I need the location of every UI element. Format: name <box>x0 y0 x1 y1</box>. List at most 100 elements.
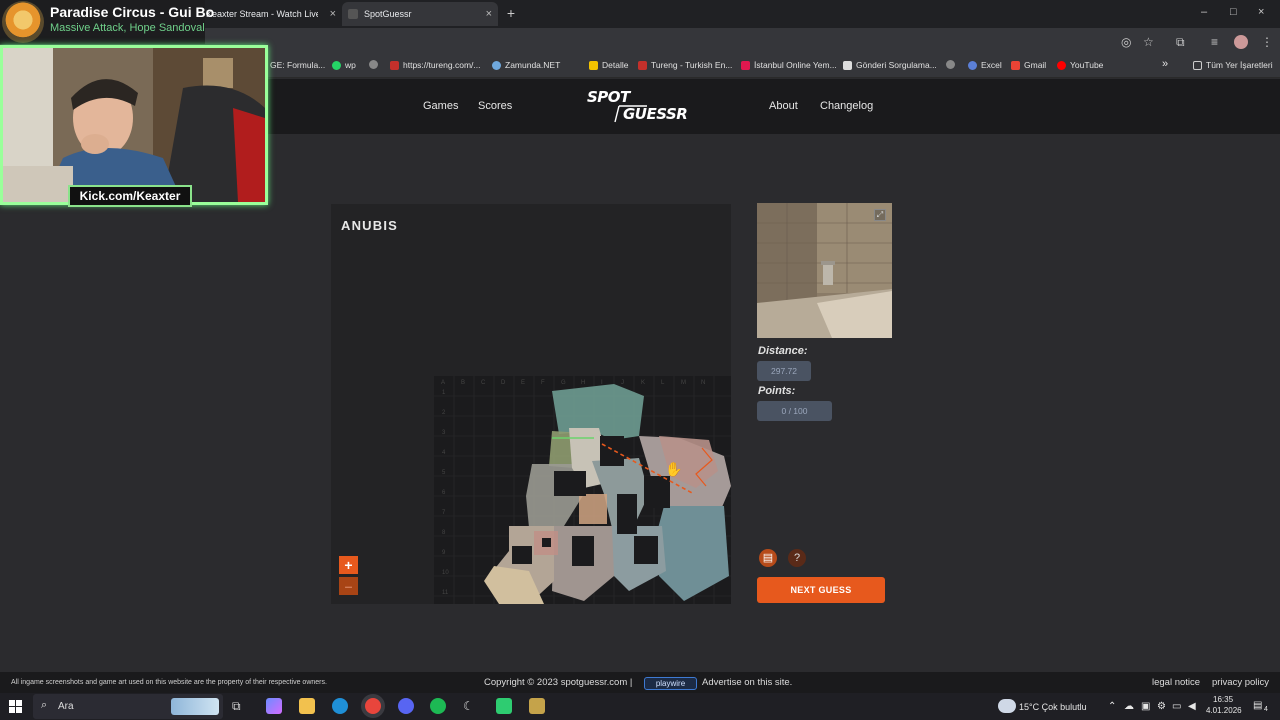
notification-icon[interactable]: ▤ <box>1253 700 1262 711</box>
map-radar[interactable]: ABCDEFGHIJKLMN1234567891011 <box>434 376 731 604</box>
distance-value: 297.72 <box>757 361 811 381</box>
webcam-image <box>3 48 265 202</box>
zoom-out-button[interactable]: – <box>339 577 358 595</box>
tray-app-icon[interactable]: ▣ <box>1141 701 1150 712</box>
bookmarks-overflow-button[interactable]: » <box>1162 58 1168 70</box>
spotify-icon[interactable] <box>430 698 446 714</box>
bookmark-item[interactable]: wp <box>332 60 356 70</box>
location-screenshot[interactable] <box>757 203 892 338</box>
bookmark-item[interactable]: Tureng - Turkish En... <box>638 60 732 70</box>
windows-start-icon[interactable] <box>9 700 22 713</box>
copilot-icon[interactable] <box>266 698 282 714</box>
weather-cloud-icon[interactable] <box>998 699 1016 713</box>
bookmark-item[interactable]: Detalle <box>589 60 628 70</box>
all-bookmarks-folder[interactable]: Tüm Yer İşaretleri <box>1193 60 1273 70</box>
clock-time[interactable]: 16:35 <box>1213 695 1233 704</box>
zamunda-icon <box>492 60 501 70</box>
tray-expand-icon[interactable]: ⌃ <box>1108 701 1116 712</box>
clock-date[interactable]: 4.01.2026 <box>1206 706 1242 715</box>
bookmark-item[interactable]: Zamunda.NET <box>492 60 560 70</box>
bookmark-item[interactable]: İstanbul Online Yem... <box>741 60 837 70</box>
footer-disclaimer: All ingame screenshots and game art used… <box>11 679 327 686</box>
profile-avatar[interactable] <box>1234 35 1248 49</box>
spotguessr-logo[interactable]: SPOT GUESSR <box>585 88 697 126</box>
advertise-link[interactable]: Advertise on this site. <box>702 677 792 688</box>
logo-slash-mark <box>614 105 647 123</box>
extensions-icon[interactable]: ⧉ <box>1176 35 1185 50</box>
whatsapp-icon <box>332 60 341 70</box>
settings-icon[interactable]: ⚙ <box>1157 701 1166 712</box>
close-tab-icon[interactable]: × <box>330 8 336 20</box>
grid-col-label: D <box>501 380 506 386</box>
detalle-icon <box>589 60 598 70</box>
weather-text[interactable]: 15°C Çok bulutlu <box>1019 702 1087 712</box>
edge-icon[interactable] <box>332 698 348 714</box>
nav-games[interactable]: Games <box>423 100 458 112</box>
discord-icon[interactable] <box>398 698 414 714</box>
close-tab-icon[interactable]: × <box>486 8 492 20</box>
bookmark-item[interactable]: Excel <box>968 60 1002 70</box>
grid-col-label: E <box>521 380 525 386</box>
map-list-icon[interactable]: ▤ <box>759 549 777 567</box>
cloud-icon[interactable]: ☁ <box>1124 701 1134 712</box>
nav-about[interactable]: About <box>769 100 798 112</box>
network-icon[interactable]: ▭ <box>1172 701 1181 712</box>
eye-off-icon[interactable]: ◎ <box>1121 35 1131 49</box>
grid-col-label: A <box>441 380 445 386</box>
grid-col-label: F <box>541 380 545 386</box>
tab-keaxter-stream[interactable]: Keaxter Stream - Watch Live on × <box>200 2 342 26</box>
bookmark-item[interactable]: GE: Formula... <box>270 60 325 70</box>
tab-spotguessr[interactable]: SpotGuessr × <box>342 2 498 26</box>
legal-notice-link[interactable]: legal notice <box>1152 677 1200 688</box>
playwire-badge[interactable]: playwire <box>644 677 697 690</box>
expand-icon[interactable]: ⤢ <box>874 209 886 221</box>
zoom-in-button[interactable]: + <box>339 556 358 574</box>
bookmark-item[interactable]: Gmail <box>1011 60 1046 70</box>
maximize-icon[interactable]: □ <box>1230 6 1237 18</box>
bookmark-item[interactable]: Gönderi Sorgulama... <box>843 60 937 70</box>
tab-label: SpotGuessr <box>364 9 412 19</box>
obs-icon[interactable]: ☾ <box>463 699 479 715</box>
new-tab-button[interactable]: + <box>503 5 519 21</box>
kick-handle-badge: Kick.com/Keaxter <box>68 185 192 207</box>
youtube-icon <box>1057 60 1066 70</box>
map-title: ANUBIS <box>341 218 399 233</box>
privacy-policy-link[interactable]: privacy policy <box>1212 677 1269 688</box>
bookmark-item[interactable]: YouTube <box>1057 60 1103 70</box>
lol-icon[interactable] <box>529 698 545 714</box>
grid-col-label: B <box>461 380 465 386</box>
next-guess-button[interactable]: NEXT GUESS <box>757 577 885 603</box>
close-window-icon[interactable]: × <box>1258 6 1264 18</box>
media-icon[interactable]: ≡ <box>1211 35 1218 49</box>
points-label: Points: <box>758 385 796 397</box>
help-button[interactable]: ? <box>788 549 806 567</box>
now-playing-widget: Paradise Circus - Gui Bo Massive Attack,… <box>0 0 214 44</box>
now-playing-artist: Massive Attack, Hope Sandoval <box>50 22 205 34</box>
grid-col-label: N <box>701 380 705 386</box>
grid-col-label: M <box>681 380 686 386</box>
excel-icon <box>968 60 977 70</box>
bookmark-item[interactable] <box>946 60 959 69</box>
search-placeholder: Ara <box>58 701 74 712</box>
grid-row-label: 10 <box>442 570 449 576</box>
bookmark-item[interactable]: https://tureng.com/... <box>390 60 480 70</box>
kick-app-icon[interactable] <box>496 698 512 714</box>
star-icon[interactable]: ☆ <box>1143 35 1154 49</box>
folder-icon <box>1193 60 1202 70</box>
nav-changelog[interactable]: Changelog <box>820 100 873 112</box>
hand-cursor-icon: ✋ <box>665 461 682 477</box>
task-view-icon[interactable]: ⧉ <box>232 699 248 715</box>
volume-icon[interactable]: ◀ <box>1188 701 1196 712</box>
nav-scores[interactable]: Scores <box>478 100 512 112</box>
grid-col-label: G <box>561 380 566 386</box>
now-playing-title: Paradise Circus - Gui Bo <box>50 4 215 20</box>
file-explorer-icon[interactable] <box>299 698 315 714</box>
menu-kebab-icon[interactable]: ⋮ <box>1261 35 1273 49</box>
tureng-icon <box>638 60 647 70</box>
search-highlight-image <box>171 698 219 715</box>
minimize-icon[interactable]: – <box>1201 6 1207 18</box>
chrome-icon[interactable] <box>365 698 381 714</box>
notification-count: 4 <box>1264 706 1268 713</box>
gmail-icon <box>1011 60 1020 70</box>
bookmark-item[interactable] <box>369 60 382 69</box>
